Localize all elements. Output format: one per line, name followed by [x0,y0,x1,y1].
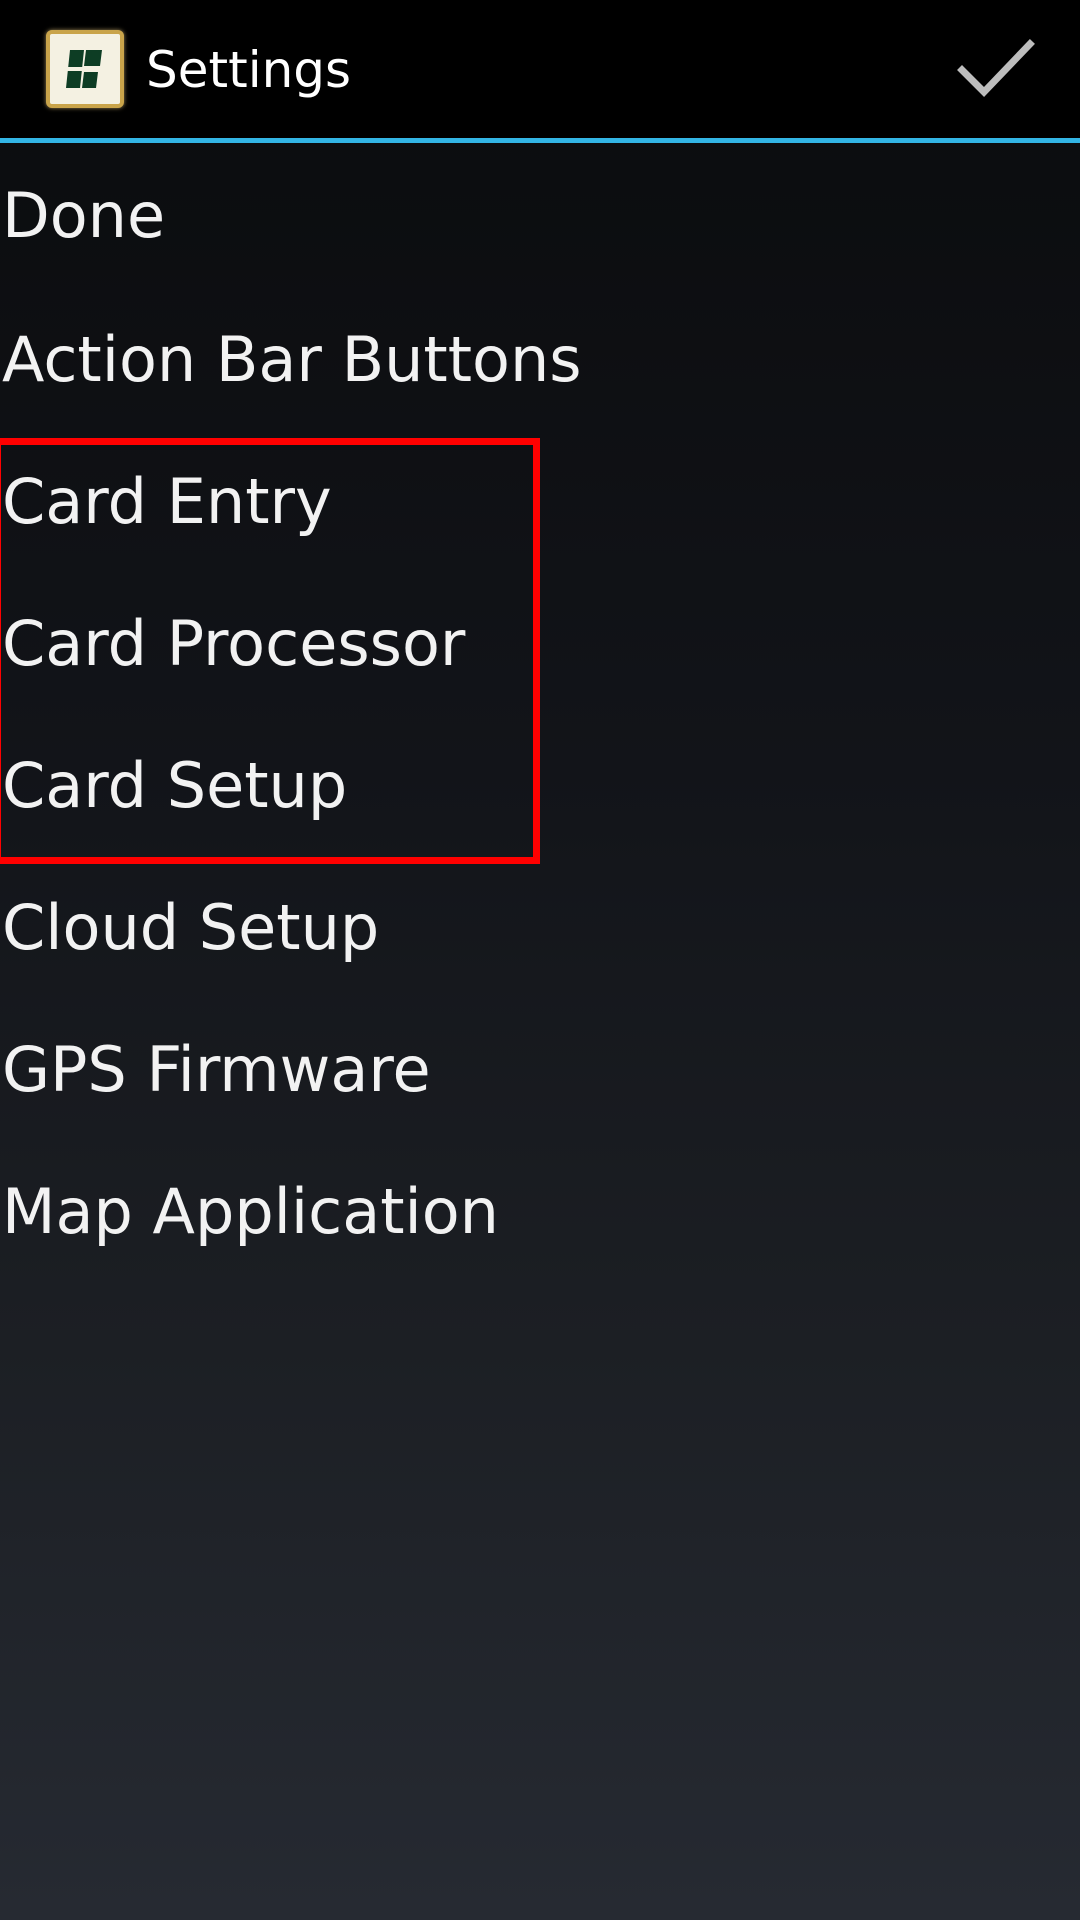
menu-item-label: Action Bar Buttons [2,322,582,396]
menu-item-map-application[interactable]: Map Application [0,1140,1080,1282]
app-logo-icon[interactable] [46,30,124,108]
menu-item-cloud-setup[interactable]: Cloud Setup [0,856,1080,998]
highlight-box [0,438,540,864]
action-bar: Settings [0,0,1080,138]
menu-item-label: GPS Firmware [2,1032,431,1106]
menu-item-label: Cloud Setup [2,890,380,964]
menu-item-gps-firmware[interactable]: GPS Firmware [0,998,1080,1140]
menu-item-label: Map Application [2,1174,499,1248]
menu-item-action-bar-buttons[interactable]: Action Bar Buttons [0,288,1080,430]
page-title: Settings [146,41,352,99]
checkmark-icon[interactable] [950,34,1040,104]
menu-item-label: Done [2,179,166,252]
menu-item-done[interactable]: Done [0,143,1080,288]
